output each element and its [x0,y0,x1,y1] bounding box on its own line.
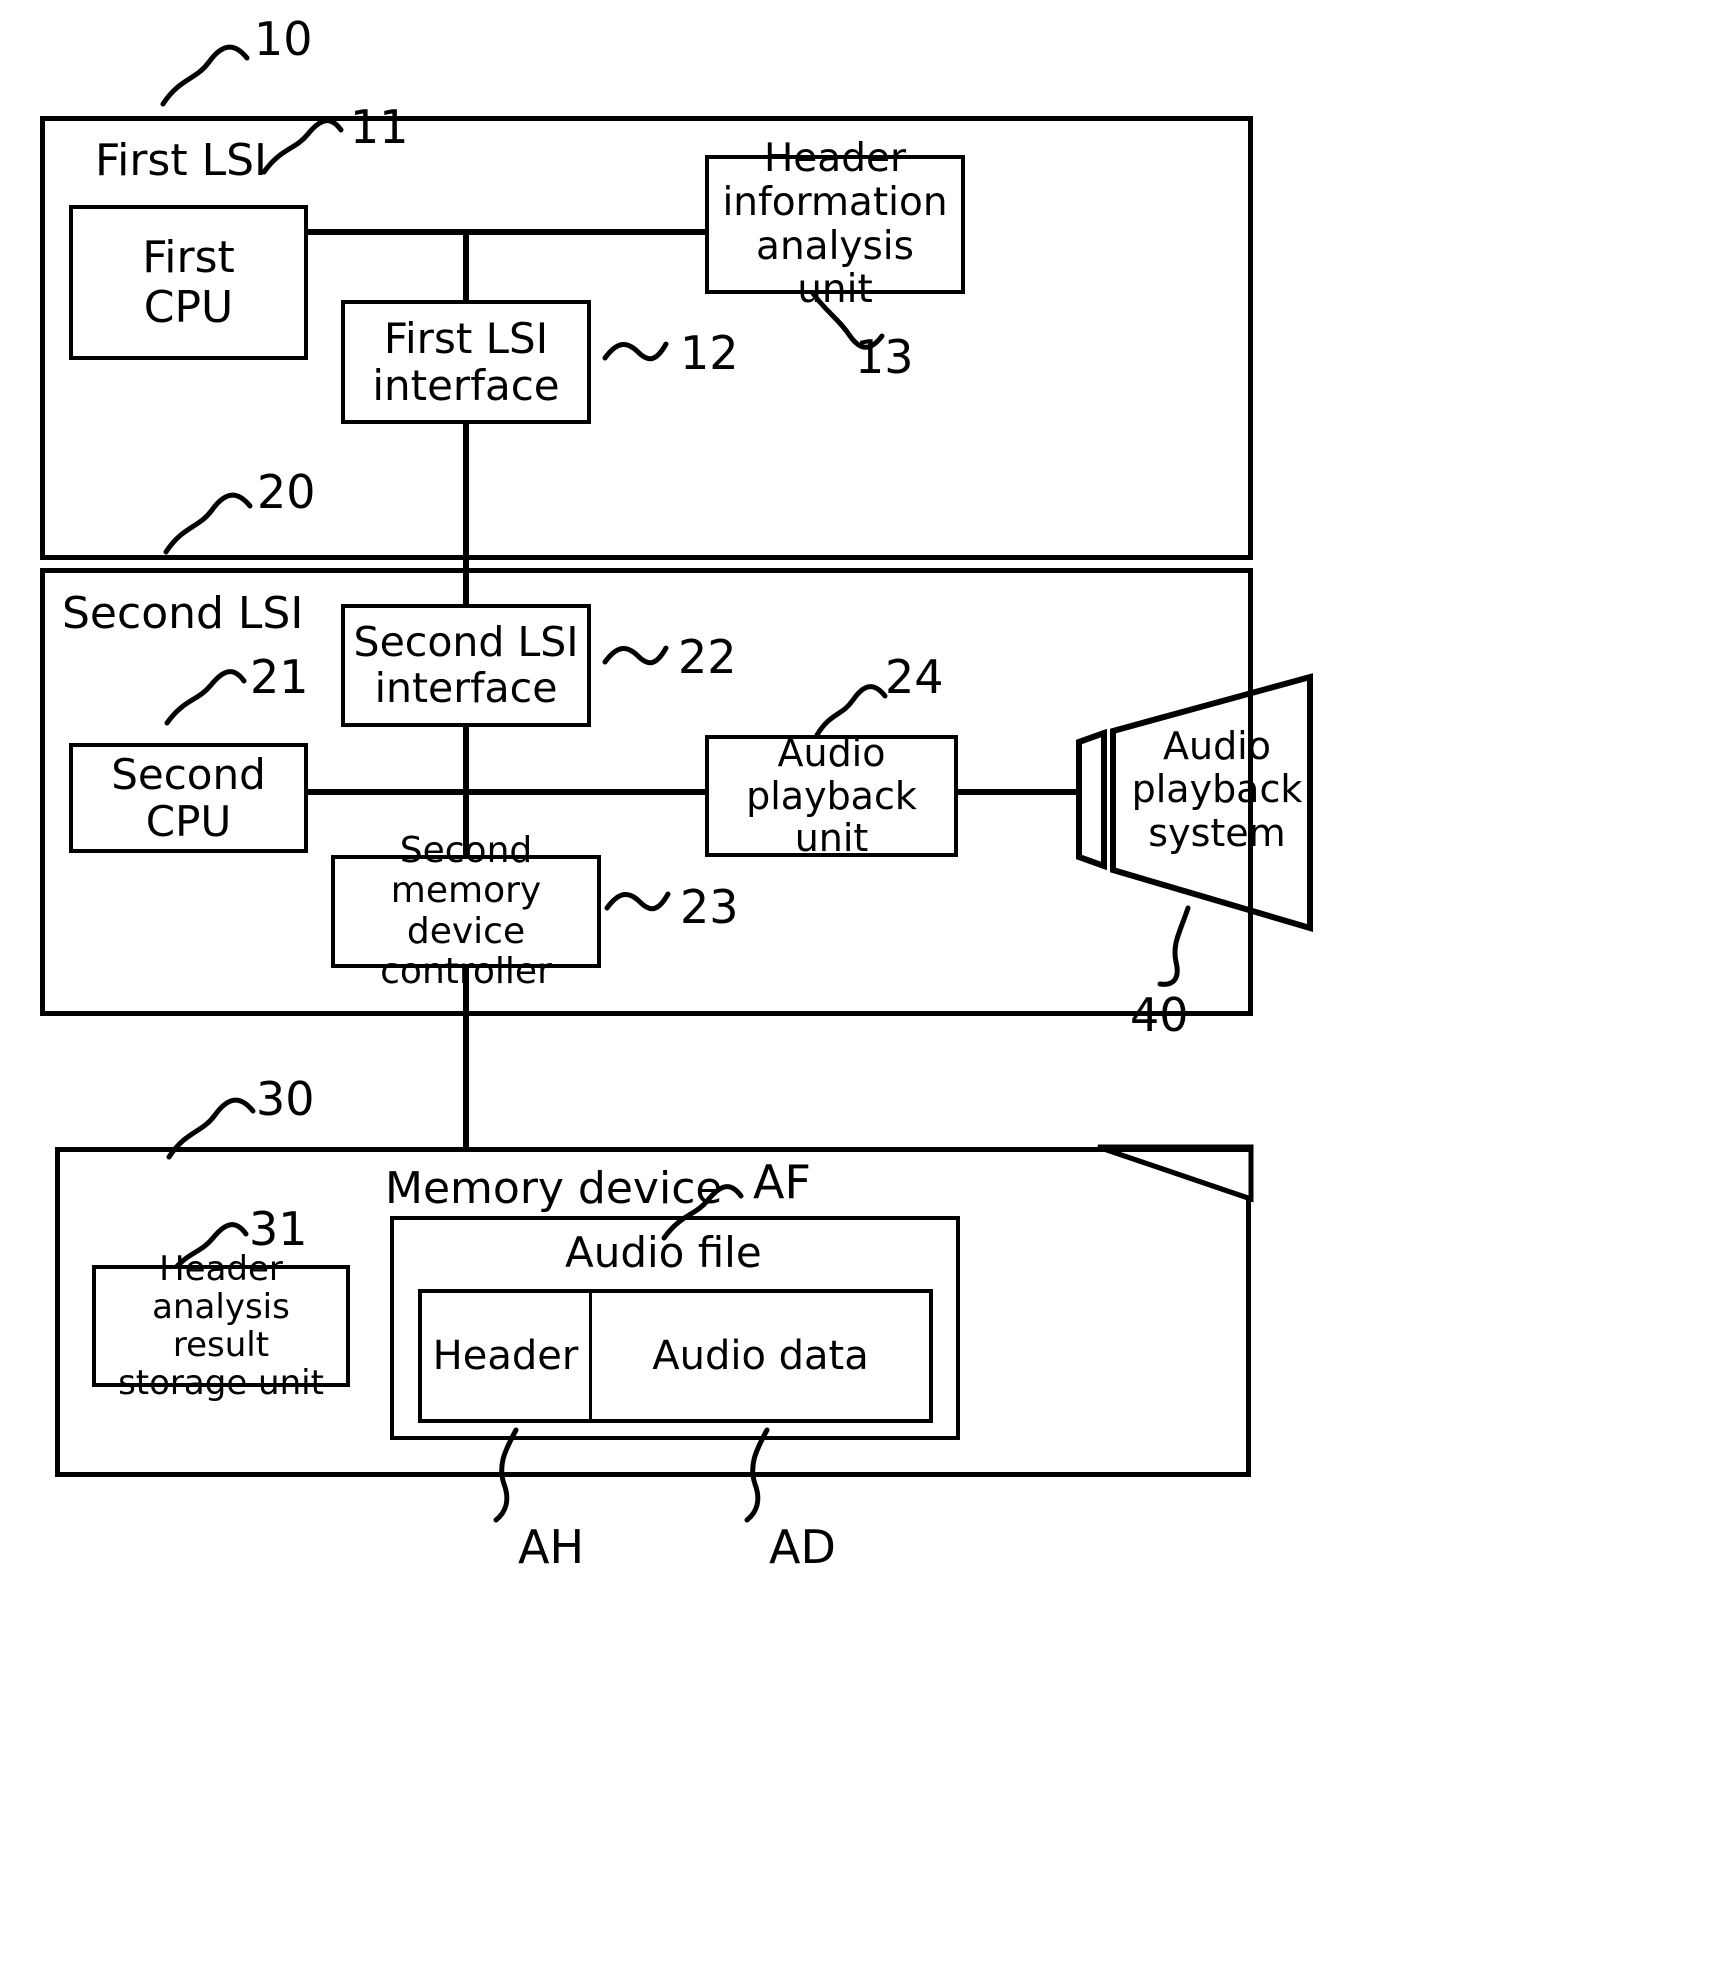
second-lsi-interface-label-line2: interface [374,663,558,712]
second-cpu-block[interactable]: Second CPU [69,743,308,853]
first-lsi-interface-label-line1: First LSI [383,313,549,363]
audio-file-audio-data-cell[interactable]: Audio data [589,1289,933,1423]
audio-playback-unit-label-line2: playback unit [746,773,917,861]
memory-device-title: Memory device [385,1163,723,1214]
audio-playback-system-label: Audio playback system [1128,724,1306,855]
ref-12: 12 [680,326,739,380]
second-memory-device-controller-block[interactable]: Second memory device controller [331,830,601,992]
memory-controller-label-line3: controller [380,950,552,992]
audio-file-header-label: Header [432,1332,579,1379]
memory-controller-label-line1: Second [399,829,533,871]
ref-AD: AD [769,1520,836,1574]
header-storage-label-line3: storage unit [118,1363,324,1404]
second-lsi-interface-block[interactable]: Second LSI interface [341,604,591,727]
ref-40: 40 [1130,988,1189,1042]
header-analysis-result-storage-unit-block[interactable]: Header analysis result storage unit [92,1250,350,1402]
audio-file-header-cell[interactable]: Header [418,1289,592,1423]
ref-11: 11 [350,100,409,154]
second-cpu-label-line1: Second [111,749,266,799]
first-lsi-interface-label-line2: interface [372,361,560,410]
ref-20: 20 [257,465,316,519]
second-cpu-label-line2: CPU [145,797,232,846]
ref-24: 24 [885,650,944,704]
second-lsi-title: Second LSI [62,588,304,639]
first-lsi-interface-block[interactable]: First LSI interface [341,300,591,424]
second-lsi-interface-label-line1: Second LSI [353,617,579,666]
header-storage-label-line2: analysis result [152,1286,290,1365]
first-lsi-title: First LSI [95,135,268,186]
leader-10 [160,44,250,107]
first-cpu-block[interactable]: First CPU [69,205,308,360]
ref-10: 10 [254,12,313,66]
ref-23: 23 [680,880,739,934]
ref-22: 22 [678,630,737,684]
audio-playback-unit-label-line1: Audio [777,731,886,776]
first-cpu-label-line2: CPU [143,281,234,333]
ref-31: 31 [249,1202,308,1256]
audio-playback-system-line1: Audio [1162,724,1271,768]
audio-playback-system-line3: system [1148,810,1286,855]
first-cpu-label-line1: First [142,232,235,284]
header-analysis-label-line3: analysis unit [756,223,914,313]
header-analysis-label-line2: information [722,179,948,225]
ref-13: 13 [855,330,914,384]
memory-controller-label-line2: memory device [390,870,542,952]
ref-AH: AH [518,1520,585,1574]
ref-21: 21 [250,650,309,704]
memory-device-container-right-edge [1246,1199,1251,1477]
audio-file-title: Audio file [565,1228,762,1277]
header-analysis-label-line1: Header [763,136,906,182]
audio-playback-unit-block[interactable]: Audio playback unit [705,731,958,861]
audio-playback-system-line2: playback [1131,767,1303,812]
audio-file-audio-data-label: Audio data [652,1332,869,1379]
ref-AF: AF [753,1155,811,1209]
ref-30: 30 [256,1072,315,1126]
header-information-analysis-unit-block[interactable]: Header information analysis unit [705,137,965,312]
figure-canvas: First LSI 10 First CPU 11 First LSI inte… [0,0,1718,1973]
